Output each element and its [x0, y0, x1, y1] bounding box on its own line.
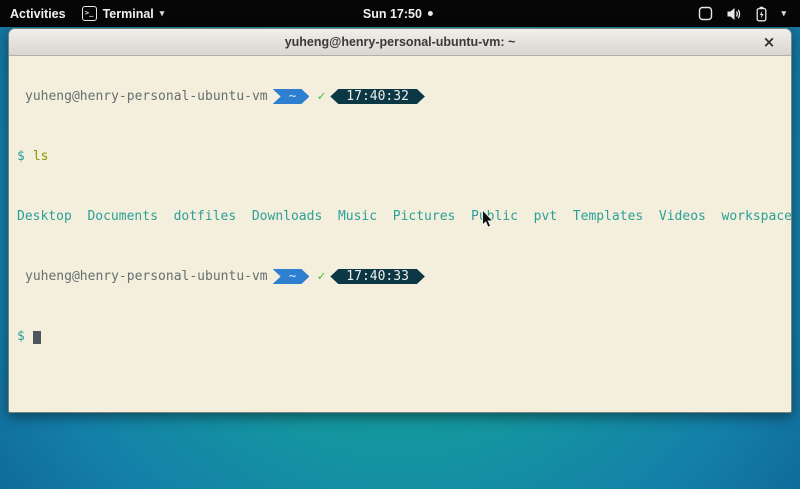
- terminal-content[interactable]: yuheng@henry-personal-ubuntu-vm ~ ✓ 17:40:3…: [9, 56, 791, 413]
- prompt-path-segment: ~: [273, 269, 310, 284]
- prompt-line: yuheng@henry-personal-ubuntu-vm ~ ✓ 17:40:3…: [17, 269, 791, 284]
- chevron-down-icon: ▾: [781, 8, 786, 19]
- ls-entry: Documents: [87, 209, 157, 224]
- title-bar[interactable]: yuheng@henry-personal-ubuntu-vm: ~ ×: [9, 29, 791, 56]
- prompt-symbol: $: [17, 149, 25, 164]
- text-cursor: [33, 331, 41, 344]
- ls-entry: Downloads: [252, 209, 322, 224]
- ls-entry: Music: [338, 209, 377, 224]
- network-icon: [698, 6, 713, 21]
- ls-entry: Videos: [659, 209, 706, 224]
- ls-entry: pvt: [534, 209, 557, 224]
- volume-icon: [726, 7, 742, 21]
- clock-button[interactable]: Sun 17:50: [363, 0, 433, 27]
- notification-dot-icon: [428, 11, 433, 16]
- activities-button[interactable]: Activities: [10, 7, 66, 21]
- status-check-icon: ✓: [317, 89, 325, 104]
- system-menu-button[interactable]: ▾: [698, 6, 800, 22]
- ls-entry: workspace: [722, 209, 792, 224]
- ls-entry: Templates: [573, 209, 643, 224]
- terminal-icon: >_: [82, 6, 97, 21]
- prompt-time-segment: 17:40:32: [330, 89, 425, 104]
- input-line[interactable]: $: [17, 329, 791, 344]
- prompt-time: 17:40:33: [346, 269, 409, 284]
- app-menu-label: Terminal: [103, 7, 154, 21]
- prompt-time-segment: 17:40:33: [330, 269, 425, 284]
- prompt-line: yuheng@henry-personal-ubuntu-vm ~ ✓ 17:40:3…: [17, 89, 791, 104]
- prompt-path: ~: [289, 89, 297, 104]
- app-menu-button[interactable]: >_ Terminal ▾: [82, 6, 165, 21]
- activities-label: Activities: [10, 7, 66, 21]
- window-title: yuheng@henry-personal-ubuntu-vm: ~: [285, 35, 516, 49]
- ls-entry: dotfiles: [174, 209, 237, 224]
- close-button[interactable]: ×: [759, 32, 779, 52]
- ls-output-line: Desktop Documents dotfiles Downloads Mus…: [17, 209, 791, 224]
- ls-entry: Desktop: [17, 209, 72, 224]
- command-text: ls: [33, 149, 49, 164]
- prompt-time: 17:40:32: [346, 89, 409, 104]
- prompt-user: yuheng@henry-personal-ubuntu-vm: [25, 89, 268, 104]
- prompt-user: yuheng@henry-personal-ubuntu-vm: [25, 269, 268, 284]
- command-line: $ ls: [17, 149, 791, 164]
- battery-charging-icon: [755, 6, 768, 22]
- top-bar: Activities >_ Terminal ▾ Sun 17:50: [0, 0, 800, 27]
- prompt-path: ~: [289, 269, 297, 284]
- clock-label: Sun 17:50: [363, 7, 422, 21]
- prompt-path-segment: ~: [273, 89, 310, 104]
- ls-entry: Pictures: [393, 209, 456, 224]
- ls-entry: Public: [471, 209, 518, 224]
- terminal-window: yuheng@henry-personal-ubuntu-vm: ~ × yuh…: [8, 28, 792, 413]
- prompt-symbol: $: [17, 329, 25, 344]
- chevron-down-icon: ▾: [160, 8, 165, 19]
- status-check-icon: ✓: [317, 269, 325, 284]
